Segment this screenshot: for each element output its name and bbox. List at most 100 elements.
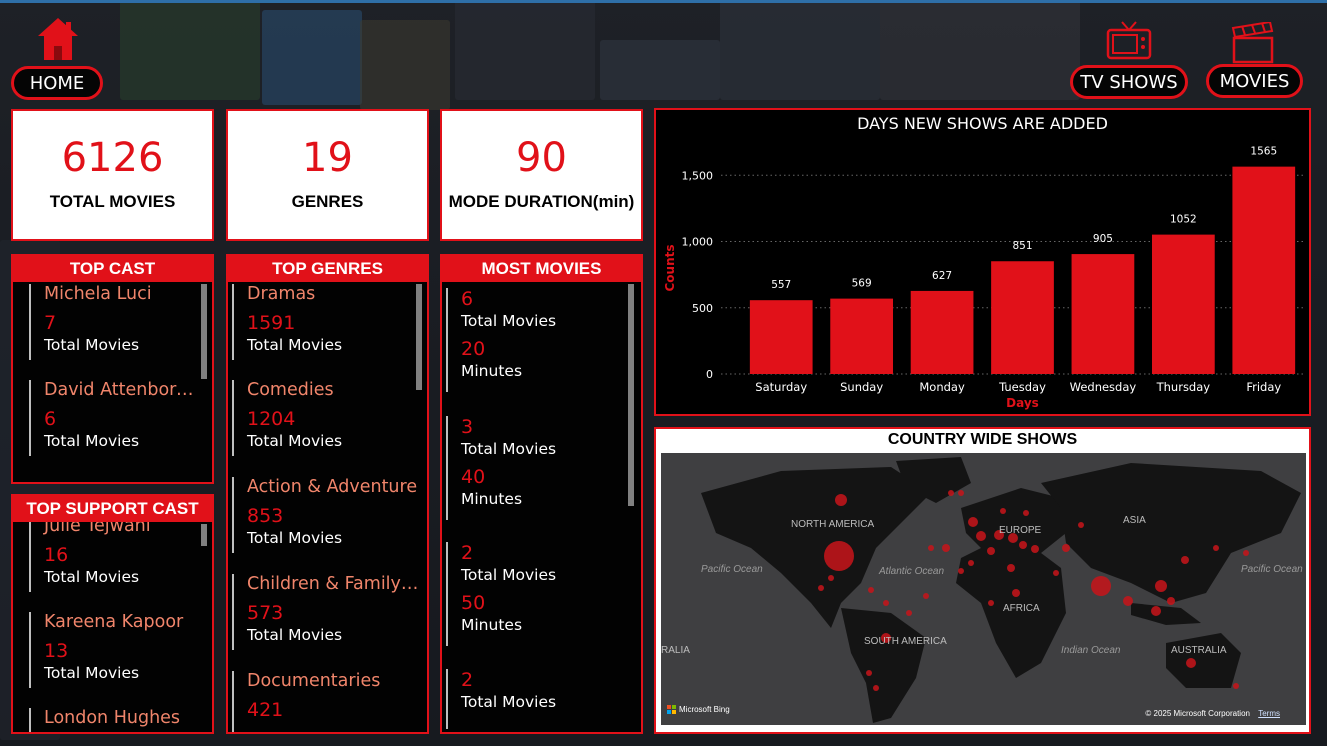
list-item[interactable]: Comedies 1204 Total Movies xyxy=(232,380,419,456)
panel-title: TOP SUPPORT CAST xyxy=(13,496,212,522)
kpi-label: MODE DURATION(min) xyxy=(448,192,635,211)
scrollbar[interactable] xyxy=(201,284,207,379)
list-item[interactable]: 6 Total Movies 20 Minutes xyxy=(446,288,625,392)
list-item[interactable]: Michela Luci 7 Total Movies xyxy=(29,284,196,360)
top-support-cast-list[interactable]: Julie Tejwani 16 Total Movies Kareena Ka… xyxy=(13,522,212,732)
kpi-value: 6126 xyxy=(61,135,164,181)
list-item[interactable]: Action & Adventure 853 Total Movies xyxy=(232,477,419,553)
country-bubble[interactable] xyxy=(835,494,847,506)
country-bubble[interactable] xyxy=(1053,570,1059,576)
movies-button[interactable]: MOVIES xyxy=(1206,64,1303,98)
window-top-border xyxy=(0,0,1327,3)
scrollbar[interactable] xyxy=(628,284,634,506)
tv-icon[interactable] xyxy=(1106,20,1152,64)
top-cast-list[interactable]: Michela Luci 7 Total Movies David Attenb… xyxy=(13,282,212,482)
list-item[interactable]: Julie Tejwani 16 Total Movies xyxy=(29,522,196,592)
map-bubbles xyxy=(661,453,1306,725)
country-bubble[interactable] xyxy=(1012,589,1020,597)
country-bubble[interactable] xyxy=(866,670,872,676)
list-item[interactable]: Documentaries 421 xyxy=(232,671,419,732)
country-bubble[interactable] xyxy=(828,575,834,581)
scrollbar[interactable] xyxy=(416,284,422,390)
list-item[interactable]: Dramas 1591 Total Movies xyxy=(232,284,419,360)
country-bubble[interactable] xyxy=(1155,580,1167,592)
country-bubble[interactable] xyxy=(1243,550,1249,556)
home-icon[interactable] xyxy=(36,16,80,62)
x-tick-label: Wednesday xyxy=(1070,380,1137,394)
country-bubble[interactable] xyxy=(906,610,912,616)
country-bubble[interactable] xyxy=(1151,606,1161,616)
country-bubble[interactable] xyxy=(1186,658,1196,668)
x-tick-label: Sunday xyxy=(840,380,883,394)
map-label-ralia: RALIA xyxy=(661,645,690,656)
top-genres-list[interactable]: Dramas 1591 Total Movies Comedies 1204 T… xyxy=(228,282,427,732)
country-bubble[interactable] xyxy=(968,517,978,527)
map-label-europe: EUROPE xyxy=(999,525,1042,536)
country-bubble[interactable] xyxy=(1233,683,1239,689)
bar[interactable] xyxy=(830,298,894,374)
duration-label: Minutes xyxy=(461,362,523,380)
data-label: 1565 xyxy=(1250,146,1277,158)
country-bubble[interactable] xyxy=(1078,522,1084,528)
country-bubble[interactable] xyxy=(988,600,994,606)
country-bubble[interactable] xyxy=(923,593,929,599)
country-bubble[interactable] xyxy=(987,547,995,555)
country-bubble[interactable] xyxy=(1019,541,1027,549)
genre-name: Comedies xyxy=(247,380,334,400)
list-item[interactable]: 2 Total Movies xyxy=(446,669,625,729)
country-bubble[interactable] xyxy=(928,545,934,551)
data-label: 1052 xyxy=(1170,214,1197,226)
country-bubble[interactable] xyxy=(1062,544,1070,552)
kpi-total-movies: 6126 TOTAL MOVIES xyxy=(11,109,214,241)
duration-label: Minutes xyxy=(461,490,523,508)
country-bubble[interactable] xyxy=(818,585,824,591)
country-bubble[interactable] xyxy=(1181,556,1189,564)
list-item[interactable]: 3 Total Movies 40 Minutes xyxy=(446,416,625,520)
bar[interactable] xyxy=(910,290,974,374)
country-bubble[interactable] xyxy=(824,541,854,571)
most-movies-list[interactable]: 6 Total Movies 20 Minutes 3 Total Movies… xyxy=(442,282,641,732)
list-item[interactable]: Kareena Kapoor 13 Total Movies xyxy=(29,612,196,688)
country-bubble[interactable] xyxy=(958,568,964,574)
country-bubble[interactable] xyxy=(1000,508,1006,514)
bar[interactable] xyxy=(1151,234,1215,374)
clapperboard-icon[interactable] xyxy=(1230,22,1276,64)
map-label-pacific-right: Pacific Ocean xyxy=(1241,564,1303,575)
country-bubble[interactable] xyxy=(1023,510,1029,516)
panel-title: TOP GENRES xyxy=(228,256,427,282)
genre-count-label: Total Movies xyxy=(247,529,343,547)
movie-count: 2 xyxy=(461,669,474,691)
bar[interactable] xyxy=(1232,166,1296,374)
country-bubble[interactable] xyxy=(1007,564,1015,572)
country-bubble[interactable] xyxy=(1213,545,1219,551)
country-bubble[interactable] xyxy=(1031,545,1039,553)
cast-name: Michela Luci xyxy=(44,284,152,304)
world-map[interactable]: NORTH AMERICA EUROPE ASIA AFRICA SOUTH A… xyxy=(661,453,1306,725)
movie-count-label: Total Movies xyxy=(461,312,557,330)
country-bubble[interactable] xyxy=(958,490,964,496)
x-axis-title: Days xyxy=(1006,396,1039,410)
country-bubble[interactable] xyxy=(948,490,954,496)
list-item[interactable]: Children & Family Movies 573 Total Movie… xyxy=(232,574,423,650)
country-bubble[interactable] xyxy=(868,587,874,593)
home-button[interactable]: HOME xyxy=(11,66,103,100)
country-bubble[interactable] xyxy=(942,544,950,552)
country-bubble[interactable] xyxy=(1091,576,1111,596)
bar[interactable] xyxy=(1071,254,1135,374)
tv-shows-button[interactable]: TV SHOWS xyxy=(1070,65,1188,99)
bar[interactable] xyxy=(991,261,1054,374)
country-bubble[interactable] xyxy=(873,685,879,691)
country-bubble[interactable] xyxy=(1167,597,1175,605)
country-bubble[interactable] xyxy=(976,531,986,541)
country-bubble[interactable] xyxy=(883,600,889,606)
cast-count-label: Total Movies xyxy=(44,336,140,354)
bar[interactable] xyxy=(749,300,813,374)
terms-link[interactable]: Terms xyxy=(1258,709,1280,718)
country-bubble[interactable] xyxy=(1123,596,1133,606)
country-map-panel: COUNTRY WIDE SHOWS NORTH AMERICA EUROPE … xyxy=(654,427,1311,734)
scrollbar[interactable] xyxy=(201,524,207,546)
list-item[interactable]: 2 Total Movies 50 Minutes xyxy=(446,542,625,646)
list-item[interactable]: London Hughes xyxy=(29,708,196,732)
list-item[interactable]: David Attenborough 6 Total Movies xyxy=(29,380,196,456)
country-bubble[interactable] xyxy=(968,560,974,566)
